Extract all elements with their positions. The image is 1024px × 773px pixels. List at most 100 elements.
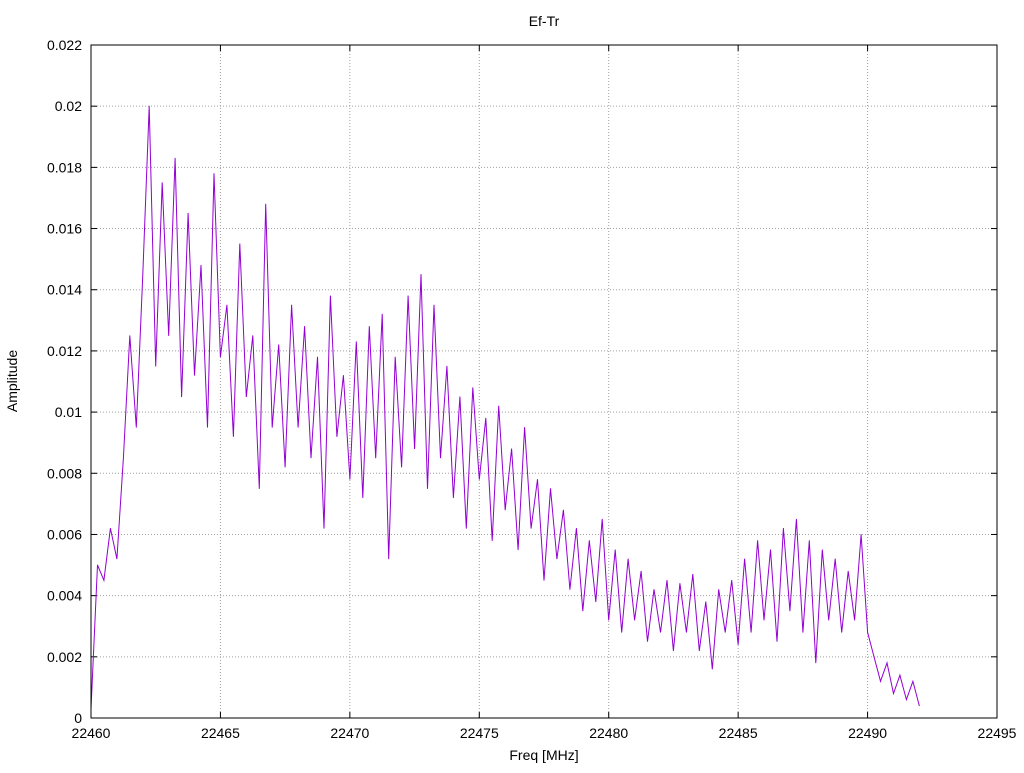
data-point — [621, 631, 623, 633]
y-tick-label: 0.006 — [47, 526, 82, 542]
y-axis-label: Amplitude — [4, 350, 20, 412]
chart-title: Ef-Tr — [529, 13, 560, 29]
data-point — [640, 570, 642, 572]
data-point — [731, 579, 733, 581]
data-point — [595, 601, 597, 603]
data-point — [821, 549, 823, 551]
data-point — [381, 313, 383, 315]
data-point — [886, 662, 888, 664]
data-point — [795, 518, 797, 520]
data-point — [226, 304, 228, 306]
x-axis-label: Freq [MHz] — [509, 747, 578, 763]
y-tick-label: 0.02 — [55, 98, 82, 114]
data-point — [575, 527, 577, 529]
data-point — [472, 387, 474, 389]
data-point — [808, 540, 810, 541]
data-point — [828, 619, 830, 621]
data-point — [446, 365, 448, 367]
data-point — [918, 705, 920, 707]
data-point — [608, 619, 610, 621]
data-point — [698, 650, 700, 652]
data-point — [880, 680, 881, 682]
data-point — [271, 426, 273, 428]
data-point — [465, 527, 467, 529]
data-point — [899, 674, 901, 676]
y-tick-label: 0 — [74, 710, 82, 726]
data-point — [207, 426, 208, 428]
data-point — [187, 212, 189, 214]
data-point — [129, 335, 131, 337]
data-point — [362, 497, 364, 499]
x-tick-label: 22485 — [719, 725, 758, 741]
series-group — [90, 105, 920, 710]
data-point — [647, 641, 648, 642]
y-tick-label: 0.004 — [47, 588, 82, 604]
data-point — [556, 558, 558, 560]
data-point — [802, 631, 804, 633]
data-point — [634, 619, 635, 621]
y-tick-label: 0.008 — [47, 465, 82, 481]
data-point — [310, 457, 312, 459]
data-point — [543, 579, 545, 581]
data-point — [485, 417, 487, 419]
data-point — [718, 589, 720, 590]
y-tick-label: 0.018 — [47, 159, 82, 175]
data-point — [349, 478, 351, 480]
data-point — [440, 457, 441, 459]
data-point — [168, 335, 170, 337]
data-point — [258, 488, 260, 489]
data-point — [776, 641, 778, 642]
data-point — [724, 631, 726, 633]
data-point — [660, 631, 661, 633]
y-tick-label: 0.002 — [47, 649, 82, 665]
data-point — [834, 558, 836, 560]
data-point — [750, 631, 752, 633]
data-point — [342, 374, 344, 376]
data-point — [414, 448, 415, 450]
data-point — [200, 264, 202, 266]
data-point — [498, 405, 500, 407]
data-point — [291, 304, 293, 306]
ticks: 22460 22465 22470 22475 22480 22485 22490 22495… — [47, 37, 1017, 741]
data-point — [757, 540, 758, 541]
data-point — [110, 527, 111, 529]
data-point — [245, 396, 247, 398]
data-point — [692, 573, 694, 575]
data-point — [504, 509, 506, 511]
data-point — [601, 518, 603, 520]
data-point — [213, 173, 215, 174]
data-point — [407, 295, 409, 297]
data-point — [232, 436, 234, 437]
data-point — [284, 466, 286, 468]
data-point — [459, 396, 461, 398]
data-point — [912, 680, 914, 682]
data-point — [97, 564, 98, 566]
plot-border — [90, 44, 998, 719]
data-point — [867, 631, 868, 633]
data-point — [763, 619, 765, 621]
data-point — [815, 662, 817, 664]
data-point — [330, 295, 331, 297]
data-point — [614, 549, 616, 551]
data-point — [161, 182, 163, 184]
data-point — [116, 558, 118, 560]
data-point — [401, 466, 403, 468]
x-tick-label: 22460 — [72, 725, 111, 741]
data-point — [841, 631, 843, 633]
data-point — [530, 527, 532, 529]
data-point — [433, 304, 435, 306]
data-point — [239, 243, 241, 245]
data-point — [582, 610, 584, 612]
chart: 22460 22465 22470 22475 22480 22485 22490 22495… — [4, 13, 1017, 763]
data-point — [893, 693, 894, 694]
data-point — [155, 365, 157, 367]
x-tick-label: 22465 — [201, 725, 240, 741]
data-point — [627, 558, 629, 560]
data-point — [122, 457, 124, 459]
data-point — [135, 426, 137, 428]
series-line — [90, 106, 920, 709]
data-point — [220, 356, 221, 358]
data-point — [181, 396, 183, 398]
data-point — [673, 650, 674, 652]
data-point — [860, 534, 862, 535]
